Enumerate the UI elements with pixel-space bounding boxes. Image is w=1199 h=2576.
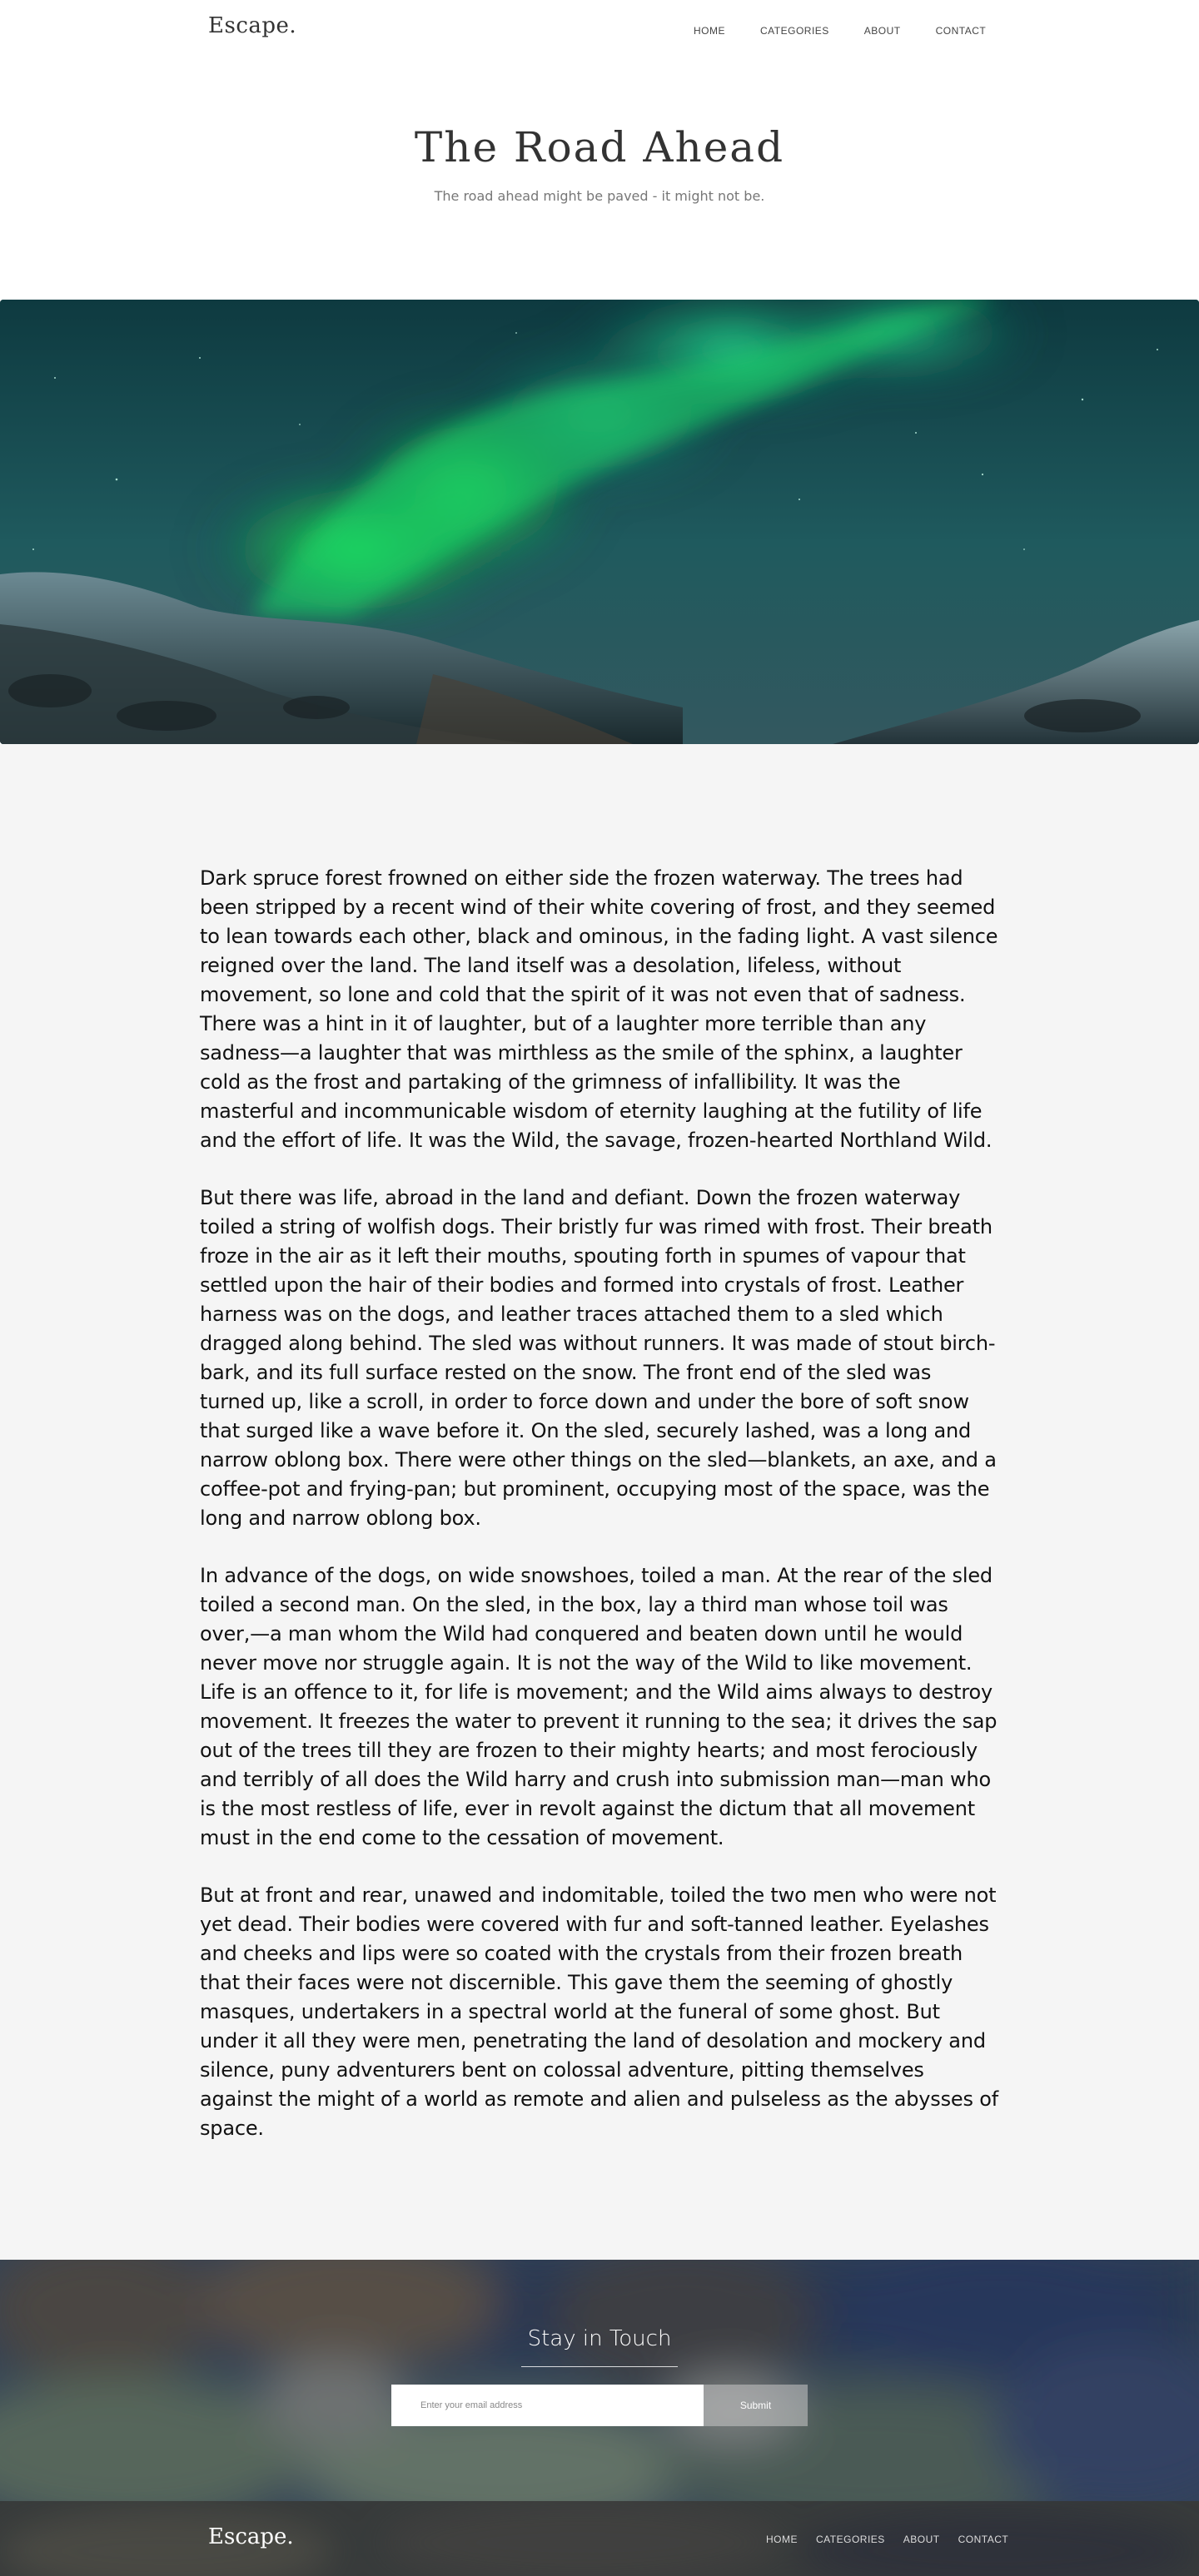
article-paragraph: Dark spruce forest frowned on either sid…: [200, 866, 998, 1152]
page-title: The Road Ahead: [414, 123, 785, 171]
footer-nav-home-link[interactable]: HOME: [766, 2534, 798, 2545]
nav-about-link[interactable]: ABOUT: [864, 25, 901, 37]
site-footer: Escape. HOME CATEGORIES ABOUT CONTACT: [0, 2501, 1199, 2576]
article-section: Dark spruce forest frowned on either sid…: [0, 744, 1199, 2260]
newsletter-divider: [521, 2366, 678, 2367]
site-logo[interactable]: Escape.: [208, 13, 296, 38]
article-paragraph: In advance of the dogs, on wide snowshoe…: [200, 1564, 998, 1849]
newsletter-form: Submit: [391, 2385, 808, 2426]
footer-nav-categories-link[interactable]: CATEGORIES: [816, 2534, 885, 2545]
nav-categories-link[interactable]: CATEGORIES: [760, 25, 829, 37]
footer-nav-contact-link[interactable]: CONTACT: [958, 2534, 1009, 2545]
nav-contact-link[interactable]: CONTACT: [936, 25, 987, 37]
footer-nav: HOME CATEGORIES ABOUT CONTACT: [766, 2534, 1008, 2545]
site-header: Escape. HOME CATEGORIES ABOUT CONTACT: [0, 0, 1199, 67]
page-subtitle: The road ahead might be paved - it might…: [434, 188, 765, 204]
footer-logo[interactable]: Escape.: [208, 2524, 294, 2549]
hero-section: The Road Ahead The road ahead might be p…: [0, 67, 1199, 300]
newsletter-section: Stay in Touch Submit: [0, 2260, 1199, 2501]
hero-image: [0, 300, 1199, 744]
newsletter-background-image: [0, 2260, 1199, 2501]
submit-button[interactable]: Submit: [704, 2385, 808, 2426]
main-nav: HOME CATEGORIES ABOUT CONTACT: [694, 25, 986, 37]
article-paragraph: But at front and rear, unawed and indomi…: [200, 1884, 998, 2140]
nav-home-link[interactable]: HOME: [694, 25, 725, 37]
article-paragraph: But there was life, abroad in the land a…: [200, 1186, 997, 1530]
email-input[interactable]: [391, 2385, 704, 2426]
footer-background: [0, 2501, 1199, 2576]
footer-nav-about-link[interactable]: ABOUT: [903, 2534, 940, 2545]
article-body: Dark spruce forest frowned on either sid…: [200, 864, 999, 2143]
newsletter-title: Stay in Touch: [527, 2326, 672, 2351]
